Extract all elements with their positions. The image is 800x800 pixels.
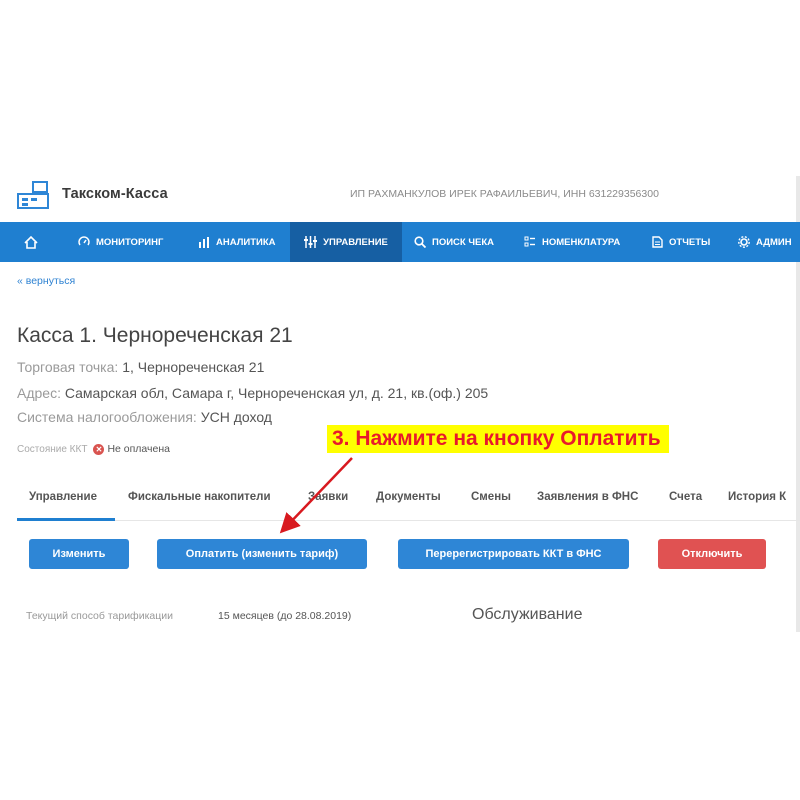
arrow-icon bbox=[279, 457, 353, 534]
app-window: Такском-Касса ИП РАХМАНКУЛОВ ИРЕК РАФАИЛ… bbox=[0, 166, 800, 636]
